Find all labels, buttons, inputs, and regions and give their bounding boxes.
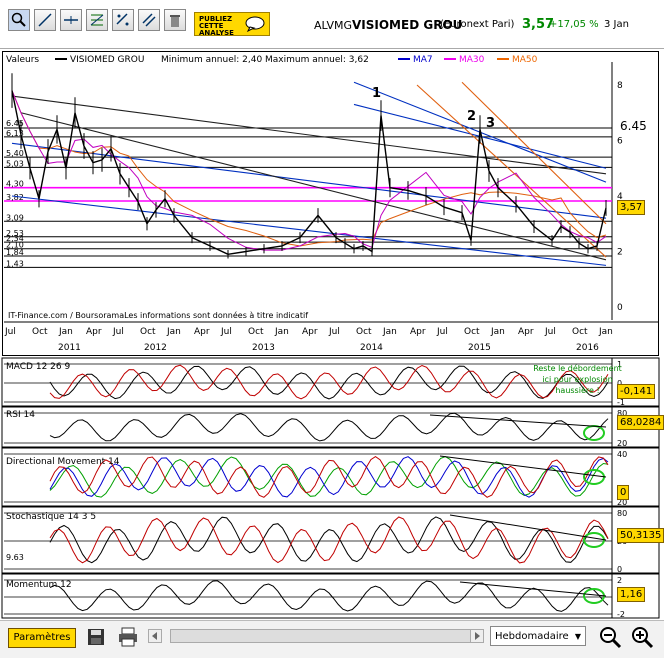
bottom-bar: Paramètres Hebdomadaire ▼: [0, 620, 664, 658]
chevron-left-icon: [152, 632, 157, 640]
stoch-panel-highlight-circle: [583, 532, 605, 548]
stoch-label: Stochastique 14 3 5: [6, 512, 97, 522]
rsi-panel-series: [49, 412, 609, 442]
source-note: IT-Finance.com / BoursoramaLes informati…: [8, 311, 309, 320]
x-axis-month: Jul: [436, 327, 448, 337]
save-icon[interactable]: [84, 625, 108, 649]
left-level-label: 1,84: [6, 248, 24, 257]
x-axis-year: 2014: [360, 343, 383, 353]
trend-line: [11, 142, 607, 219]
x-axis-year: 2016: [576, 343, 599, 353]
chart-canvas: 864206,135,405,034,303,823,092,532,342,1…: [1, 62, 660, 619]
dm-label: Directional Movement 14: [6, 457, 120, 467]
scroll-right-button[interactable]: [470, 629, 484, 643]
left-level-label: 4,30: [6, 180, 24, 189]
x-axis-month: Jan: [58, 327, 73, 337]
wave-label-2: 2: [467, 109, 477, 124]
x-axis-month: Apr: [302, 327, 318, 337]
rsi-label: RSI 14: [6, 410, 35, 420]
x-axis-month: Apr: [410, 327, 426, 337]
price-tag: 3,57: [617, 200, 646, 215]
macd-note: Reste le débordement ici pour explosion …: [533, 364, 622, 395]
x-axis-month: Jul: [544, 327, 556, 337]
rsi-panel-highlight-circle: [583, 425, 605, 441]
scroll-left-button[interactable]: [148, 629, 162, 643]
macd-panel-tick: -1: [617, 398, 625, 407]
x-axis-year: 2015: [468, 343, 491, 353]
stoch-left-val-1: 9.63: [6, 553, 24, 562]
chevron-right-icon: [475, 632, 480, 640]
x-axis-month: Apr: [194, 327, 210, 337]
wave-label-1: 1: [372, 86, 382, 101]
trend-line: [11, 95, 607, 175]
zoom-out-icon[interactable]: [598, 625, 622, 649]
x-axis-year: 2013: [252, 343, 275, 353]
chevron-down-icon: ▼: [574, 632, 581, 641]
left-level-label: 3,09: [6, 213, 24, 222]
trend-line: [20, 112, 607, 261]
wave-label-3: 3: [486, 116, 496, 131]
x-axis-month: Jan: [166, 327, 181, 337]
left-level-label: 5,40: [6, 149, 24, 158]
momentum-panel-tick: -2: [617, 610, 625, 619]
x-axis-year: 2012: [144, 343, 167, 353]
rsi-panel-tick: 20: [617, 439, 627, 448]
dm-value: 0: [617, 485, 630, 500]
x-axis-month: Jul: [4, 327, 16, 337]
stoch-panel-series: [49, 516, 609, 564]
stoch-panel: [1, 506, 660, 574]
x-axis-month: Apr: [86, 327, 102, 337]
x-axis-year: 2011: [58, 343, 81, 353]
x-axis-month: Oct: [464, 327, 480, 337]
macd-panel-series: [49, 365, 609, 400]
rsi-panel-trendline: [429, 414, 607, 428]
price-line: [11, 90, 607, 256]
momentum-value: 1,16: [617, 587, 646, 602]
x-axis-month: Oct: [248, 327, 264, 337]
x-axis-month: Oct: [32, 327, 48, 337]
x-axis-month: Oct: [572, 327, 588, 337]
price-axis-tick: 6: [617, 137, 623, 147]
x-axis-month: Oct: [356, 327, 372, 337]
x-axis-month: Jul: [328, 327, 340, 337]
dm-panel-trendline: [439, 455, 607, 478]
rsi-value: 68,0284: [617, 415, 664, 430]
x-axis-month: Jul: [220, 327, 232, 337]
period-select[interactable]: Hebdomadaire ▼: [490, 626, 586, 646]
dm-panel-highlight-circle: [583, 469, 605, 485]
momentum-label: Momentum 12: [6, 580, 72, 590]
macd-label: MACD 12 26 9: [6, 362, 71, 372]
x-axis-month: Apr: [518, 327, 534, 337]
horizontal-scrollbar[interactable]: [170, 629, 480, 643]
stoch-value: 50,3135: [617, 528, 664, 543]
zoom-in-icon[interactable]: [630, 625, 654, 649]
stoch-panel-tick: 0: [617, 565, 622, 574]
price-axis-tick: 0: [617, 303, 623, 313]
level-tag: 6.45: [620, 119, 647, 133]
price-axis-tick: 2: [617, 248, 623, 258]
left-level-label: 5,03: [6, 159, 24, 168]
stoch-panel-series: [49, 516, 609, 564]
dm-panel-tick: 40: [617, 450, 627, 459]
momentum-panel-tick: 2: [617, 576, 622, 585]
x-axis-month: Jul: [112, 327, 124, 337]
momentum-panel-series: [49, 580, 609, 612]
parameters-button[interactable]: Paramètres: [8, 628, 76, 648]
period-select-value: Hebdomadaire: [495, 631, 569, 642]
stoch-panel-trendline: [449, 514, 607, 541]
stoch-panel-tick: 80: [617, 509, 627, 518]
print-icon[interactable]: [116, 625, 140, 649]
x-axis-month: Jan: [598, 327, 613, 337]
macd-panel-series: [49, 364, 609, 400]
x-axis-month: Oct: [140, 327, 156, 337]
x-axis-month: Jan: [490, 327, 505, 337]
x-axis-month: Jan: [274, 327, 289, 337]
ma50-line: [11, 90, 607, 247]
price-axis-tick: 8: [617, 81, 623, 91]
left-level-label: 1,43: [6, 259, 24, 268]
x-axis-month: Jan: [382, 327, 397, 337]
